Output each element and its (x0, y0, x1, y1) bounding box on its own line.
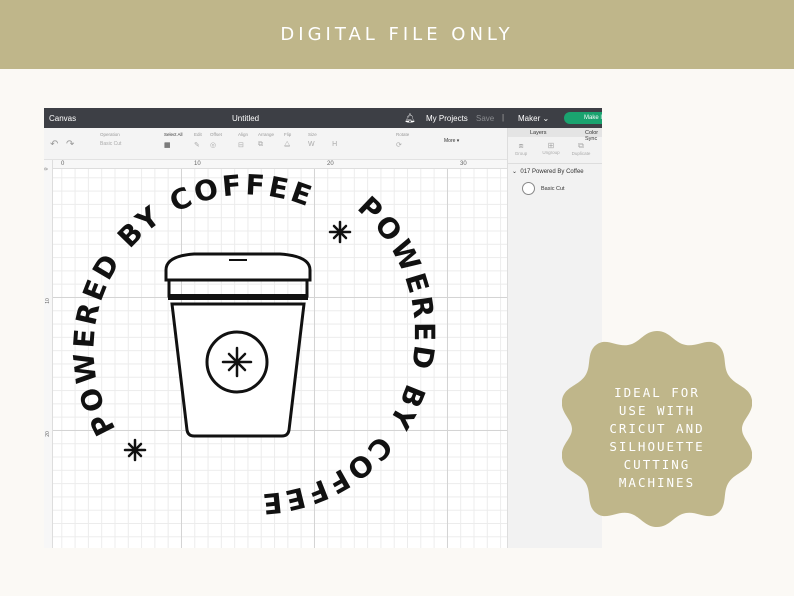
sparkle-icon (123, 438, 147, 462)
group-button[interactable]: ⧈ Group (509, 141, 533, 156)
badge-line: CUTTING (623, 457, 691, 472)
layer-thumbnail (522, 182, 535, 195)
badge-line: IDEAL FOR (614, 385, 700, 400)
duplicate-icon: ⧉ (578, 141, 584, 150)
panel-tabs: Layers Color Sync (508, 128, 602, 142)
layer-item[interactable]: Basic Cut (522, 182, 565, 195)
duplicate-button[interactable]: ⧉ Duplicate (569, 141, 593, 156)
layer-group-name: 017 Powered By Coffee (520, 169, 584, 175)
badge-line: SILHOUETTE (609, 439, 705, 454)
badge-line: CRICUT AND (609, 421, 705, 436)
layer-tools: ⧈ Group ⊞ Ungroup ⧉ Duplicate (508, 137, 602, 164)
powered-by-coffee-design[interactable]: POWERED BY COFFEE POWERED BY COFFEE (44, 108, 507, 548)
sparkle-icon (328, 220, 352, 244)
top-banner: DIGITAL FILE ONLY (0, 0, 794, 69)
group-label: Group (514, 151, 528, 156)
tab-layers[interactable]: Layers (530, 130, 547, 136)
group-icon: ⧈ (518, 141, 524, 150)
ungroup-button[interactable]: ⊞ Ungroup (539, 141, 563, 155)
coffee-cup-icon (164, 252, 312, 438)
ungroup-icon: ⊞ (547, 141, 555, 150)
chevron-down-icon: ⌄ (542, 114, 550, 123)
layer-group-row[interactable]: ⌄ 017 Powered By Coffee (512, 168, 584, 175)
duplicate-label: Duplicate (571, 151, 591, 156)
badge-text: IDEAL FOR USE WITH CRICUT AND SILHOUETTE… (562, 384, 752, 492)
make-it-button[interactable]: Make It (564, 112, 602, 124)
banner-text: DIGITAL FILE ONLY (280, 24, 514, 45)
machine-label: Maker (518, 114, 541, 123)
badge-line: USE WITH (618, 403, 696, 418)
layer-item-name: Basic Cut (541, 185, 565, 192)
ungroup-label: Ungroup (542, 150, 560, 155)
chevron-down-icon: ⌄ (512, 169, 518, 175)
badge-line: MACHINES (618, 475, 696, 490)
machine-select[interactable]: Maker ⌄ (518, 114, 549, 123)
